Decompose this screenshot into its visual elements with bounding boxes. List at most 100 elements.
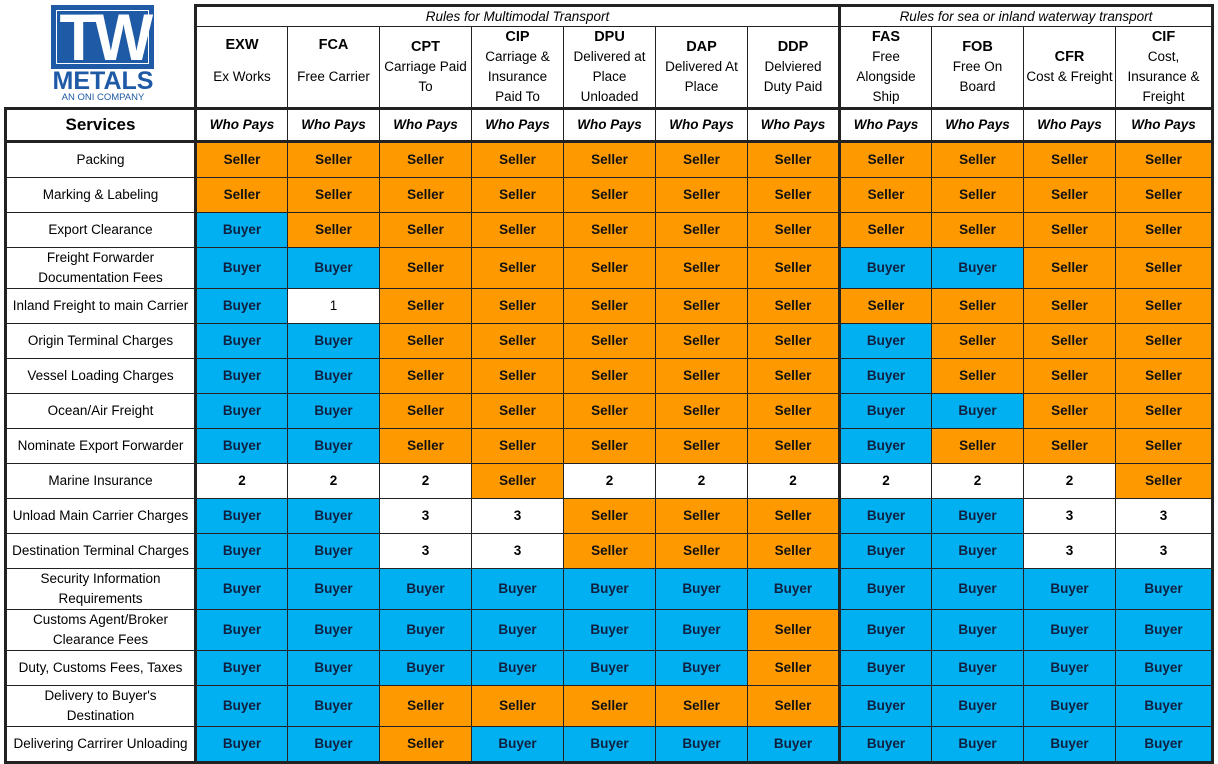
who-pays-cell: Seller xyxy=(563,393,656,429)
who-pays-cell: Buyer xyxy=(287,568,380,610)
term-code: DPU xyxy=(594,29,625,45)
who-pays-cell: Seller xyxy=(747,498,840,534)
who-pays-cell: Seller xyxy=(1023,393,1116,429)
who-pays-cell: Seller xyxy=(747,685,840,727)
who-pays-cell: Buyer xyxy=(194,323,288,359)
table-row: Vessel Loading Charges Buyer Buyer Seller Se… xyxy=(4,358,1214,394)
who-pays-cell: Buyer xyxy=(194,498,288,534)
who-pays-cell: Buyer xyxy=(931,609,1024,651)
who-pays-cell: 2 xyxy=(379,463,472,499)
term-name: Ex Works xyxy=(213,69,271,84)
who-pays-cell: Seller xyxy=(563,177,656,213)
who-pays-cell: Seller xyxy=(471,358,564,394)
who-pays-cell: Seller xyxy=(838,212,932,248)
who-pays-cell: Seller xyxy=(655,247,748,289)
who-pays-cell: Seller xyxy=(563,212,656,248)
who-pays-cell: Seller xyxy=(194,177,288,213)
who-pays-cell: Seller xyxy=(471,428,564,464)
who-pays-cell: Seller xyxy=(287,141,380,178)
who-pays-cell: 2 xyxy=(1023,463,1116,499)
service-label: Ocean/Air Freight xyxy=(4,393,196,429)
term-header-fca: FCA Free Carrier xyxy=(287,26,380,109)
who-pays-label: Who Pays xyxy=(655,107,748,143)
term-header-fob: FOB Free On Board xyxy=(931,26,1024,109)
who-pays-cell: Seller xyxy=(838,288,932,324)
who-pays-cell: Seller xyxy=(1023,358,1116,394)
who-pays-cell: Seller xyxy=(379,428,472,464)
who-pays-cell: Buyer xyxy=(931,650,1024,686)
who-pays-cell: Seller xyxy=(747,428,840,464)
who-pays-cell: 3 xyxy=(471,498,564,534)
who-pays-label: Who Pays xyxy=(747,107,840,143)
who-pays-cell: Buyer xyxy=(287,650,380,686)
term-name: Delivered at Place Unloaded xyxy=(573,49,646,104)
who-pays-cell: Seller xyxy=(1115,288,1214,324)
term-code: CIF xyxy=(1151,29,1176,45)
who-pays-cell: Buyer xyxy=(194,533,288,569)
who-pays-label: Who Pays xyxy=(471,107,564,143)
term-code: EXW xyxy=(225,37,259,53)
term-header-cpt: CPT Carriage Paid To xyxy=(379,26,472,109)
who-pays-cell: Seller xyxy=(563,533,656,569)
who-pays-cell: Buyer xyxy=(838,358,932,394)
who-pays-cell: Buyer xyxy=(194,212,288,248)
who-pays-cell: Seller xyxy=(1115,428,1214,464)
who-pays-label: Who Pays xyxy=(1023,107,1116,143)
who-pays-label: Who Pays xyxy=(1115,107,1214,143)
who-pays-cell: Buyer xyxy=(931,247,1024,289)
who-pays-cell: Seller xyxy=(747,247,840,289)
who-pays-cell: Seller xyxy=(471,463,564,499)
who-pays-cell: Seller xyxy=(379,393,472,429)
table-row: Nominate Export Forwarder Buyer Buyer Selle… xyxy=(4,428,1214,464)
who-pays-cell: Buyer xyxy=(931,685,1024,727)
who-pays-cell: Buyer xyxy=(931,568,1024,610)
who-pays-cell: Seller xyxy=(1115,358,1214,394)
who-pays-cell: Buyer xyxy=(287,247,380,289)
table-row: Security Information Requirements Buyer Bu… xyxy=(4,568,1214,610)
who-pays-cell: Buyer xyxy=(838,568,932,610)
table-row: Destination Terminal Charges Buyer Buyer 3 3… xyxy=(4,533,1214,569)
service-label: Security Information Requirements xyxy=(4,568,196,610)
who-pays-cell: Seller xyxy=(1115,463,1214,499)
who-pays-cell: 2 xyxy=(838,463,932,499)
who-pays-cell: Seller xyxy=(379,358,472,394)
who-pays-cell: Seller xyxy=(1023,428,1116,464)
term-code: CFR xyxy=(1054,49,1085,65)
who-pays-cell: Seller xyxy=(747,177,840,213)
table-row: Delivery to Buyer's Destination Buyer Buye… xyxy=(4,685,1214,727)
group-header: Rules for sea or inland waterway transpo… xyxy=(838,4,1214,27)
who-pays-cell: Seller xyxy=(747,212,840,248)
who-pays-cell: Buyer xyxy=(655,609,748,651)
who-pays-cell: Buyer xyxy=(1115,568,1214,610)
term-name: Cost, Insurance & Freight xyxy=(1127,49,1200,104)
who-pays-cell: Seller xyxy=(471,323,564,359)
who-pays-cell: Seller xyxy=(655,428,748,464)
who-pays-cell: Buyer xyxy=(287,428,380,464)
who-pays-cell: Buyer xyxy=(194,358,288,394)
who-pays-cell: Seller xyxy=(471,685,564,727)
logo-cell xyxy=(6,6,196,109)
table-row: Inland Freight to main Carrier Buyer 1 Sell… xyxy=(4,288,1214,324)
who-pays-cell: Buyer xyxy=(379,609,472,651)
who-pays-cell: 2 xyxy=(655,463,748,499)
who-pays-cell: Seller xyxy=(1115,247,1214,289)
who-pays-cell: Seller xyxy=(655,498,748,534)
who-pays-cell: Buyer xyxy=(931,393,1024,429)
table-row: Packing Seller Seller Seller Seller Seller Sel… xyxy=(4,141,1214,178)
who-pays-cell: Seller xyxy=(1023,323,1116,359)
who-pays-cell: Seller xyxy=(931,288,1024,324)
group-header-row: Rules for Multimodal Transport Rules for … xyxy=(6,4,1214,27)
term-name: Free On Board xyxy=(952,59,1003,94)
who-pays-cell: Seller xyxy=(1115,177,1214,213)
who-pays-cell: 2 xyxy=(747,463,840,499)
who-pays-cell: Seller xyxy=(838,141,932,178)
who-pays-cell: Buyer xyxy=(838,247,932,289)
who-pays-cell: Seller xyxy=(1023,212,1116,248)
who-pays-cell: 1 xyxy=(287,288,380,324)
who-pays-cell: Seller xyxy=(379,288,472,324)
term-code: FAS xyxy=(871,29,901,45)
who-pays-cell: 2 xyxy=(194,463,288,499)
who-pays-cell: Buyer xyxy=(194,609,288,651)
who-pays-cell: Buyer xyxy=(287,498,380,534)
term-name: Delivered At Place xyxy=(665,59,738,94)
